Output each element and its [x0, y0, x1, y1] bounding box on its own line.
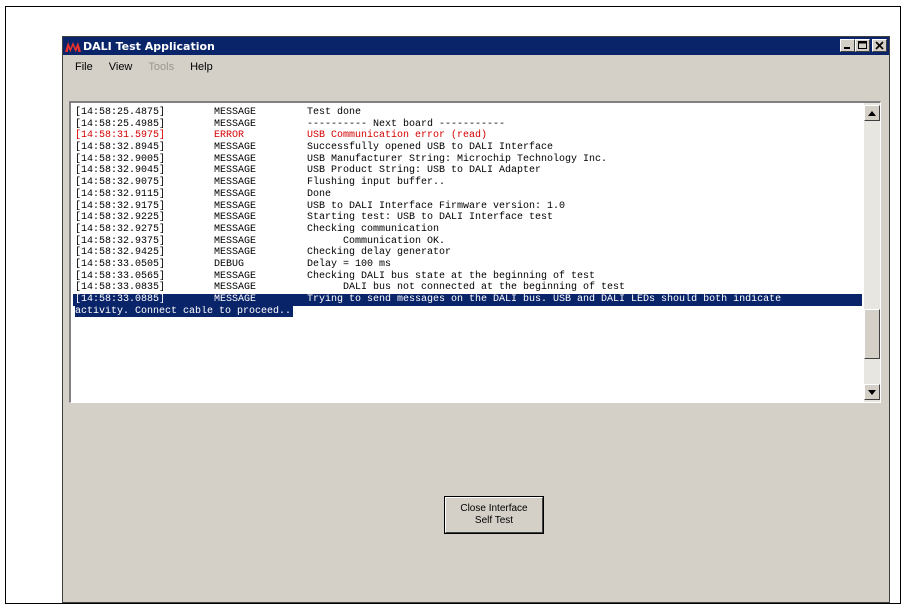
- log-message: Test done: [307, 107, 362, 118]
- log-timestamp: [14:58:32.9045]: [75, 165, 166, 177]
- log-message: ---------- Next board -----------: [307, 118, 506, 130]
- log-level: MESSAGE: [214, 270, 257, 282]
- minimize-icon[interactable]: [840, 39, 855, 52]
- log-row[interactable]: [14:58:25.4875] MESSAGE Test done: [73, 107, 862, 119]
- log-row[interactable]: [14:58:32.9115] MESSAGE Done: [73, 189, 862, 201]
- log-message: Starting test: USB to DALI Interface tes…: [307, 212, 554, 224]
- log-level: MESSAGE: [214, 235, 257, 247]
- log-message-continuation: activity. Connect cable to proceed..: [75, 305, 294, 317]
- log-timestamp: [14:58:32.9275]: [75, 223, 166, 235]
- log-row-continuation[interactable]: activity. Connect cable to proceed..: [73, 305, 862, 318]
- log-message: Delay = 100 ms: [307, 258, 392, 270]
- menu-view[interactable]: View: [101, 61, 141, 73]
- log-timestamp: [14:58:33.0565]: [75, 270, 166, 282]
- log-level: MESSAGE: [214, 282, 257, 294]
- log-timestamp: [14:58:32.9005]: [75, 153, 166, 165]
- log-message: Flushing input buffer..: [307, 177, 446, 189]
- log-row[interactable]: [14:58:25.4985] MESSAGE ---------- Next bo…: [73, 119, 862, 131]
- app-window: DALI Test Application File View Tools He…: [62, 36, 890, 603]
- log-level: MESSAGE: [214, 107, 257, 118]
- log-level: DEBUG: [214, 258, 245, 270]
- log-row[interactable]: [14:58:32.9225] MESSAGE Starting test: USB…: [73, 212, 862, 224]
- microchip-logo-icon: [65, 39, 81, 53]
- log-timestamp: [14:58:33.0885]: [75, 294, 166, 305]
- log-message: USB Manufacturer String: Microchip Techn…: [307, 153, 608, 165]
- log-timestamp: [14:58:33.0505]: [75, 258, 166, 270]
- log-level: MESSAGE: [214, 177, 257, 189]
- page-frame: DALI Test Application File View Tools He…: [5, 6, 901, 604]
- log-timestamp: [14:58:32.9375]: [75, 235, 166, 247]
- close-button-label-line2: Self Test: [474, 515, 514, 526]
- log-message: Communication OK.: [307, 235, 446, 247]
- scroll-up-arrow-icon[interactable]: [864, 105, 880, 121]
- log-row[interactable]: [14:58:32.9005] MESSAGE USB Manufacturer S…: [73, 154, 862, 166]
- log-timestamp: [14:58:25.4985]: [75, 118, 166, 130]
- log-scrollbar[interactable]: [864, 103, 880, 402]
- log-message: Checking communication: [307, 223, 440, 235]
- log-row[interactable]: [14:58:33.0565] MESSAGE Checking DALI bus …: [73, 271, 862, 283]
- log-row[interactable]: [14:58:32.9275] MESSAGE Checking communica…: [73, 224, 862, 236]
- log-row[interactable]: [14:58:33.0505] DEBUG Delay = 100 ms: [73, 259, 862, 271]
- log-level: MESSAGE: [214, 118, 257, 130]
- log-lines: [14:58:25.4875] MESSAGE Test done [14:58:25…: [73, 107, 862, 317]
- log-timestamp: [14:58:32.9225]: [75, 212, 166, 224]
- close-icon[interactable]: [872, 39, 887, 52]
- log-level: MESSAGE: [214, 153, 257, 165]
- log-row[interactable]: [14:58:32.9175] MESSAGE USB to DALI Interf…: [73, 201, 862, 213]
- log-timestamp: [14:58:32.8945]: [75, 142, 166, 154]
- maximize-icon[interactable]: [855, 39, 870, 52]
- log-row[interactable]: [14:58:33.0885] MESSAGE Trying to send mes…: [73, 294, 862, 306]
- scrollbar-thumb[interactable]: [864, 309, 880, 359]
- log-row[interactable]: [14:58:32.9375] MESSAGE Communication OK.: [73, 236, 862, 248]
- log-message: Trying to send messages on the DALI bus.…: [307, 294, 782, 305]
- log-level: MESSAGE: [214, 165, 257, 177]
- log-message: USB Communication error (read): [307, 130, 488, 142]
- log-timestamp: [14:58:25.4875]: [75, 107, 166, 118]
- log-message: DALI bus not connected at the beginning …: [307, 282, 626, 294]
- log-message: USB to DALI Interface Firmware version: …: [307, 200, 566, 212]
- scroll-down-arrow-icon[interactable]: [864, 384, 880, 400]
- log-level: MESSAGE: [214, 200, 257, 212]
- log-row[interactable]: [14:58:32.9045] MESSAGE USB Product String…: [73, 165, 862, 177]
- close-interface-self-test-button[interactable]: Close Interface Self Test: [444, 496, 544, 534]
- log-message: Checking DALI bus state at the beginning…: [307, 270, 596, 282]
- menu-bar: File View Tools Help: [63, 57, 889, 77]
- log-message: Successfully opened USB to DALI Interfac…: [307, 142, 554, 154]
- log-level: MESSAGE: [214, 212, 257, 224]
- log-timestamp: [14:58:32.9425]: [75, 247, 166, 259]
- log-row[interactable]: [14:58:32.9425] MESSAGE Checking delay gen…: [73, 247, 862, 259]
- window-title: DALI Test Application: [83, 39, 215, 53]
- menu-file[interactable]: File: [63, 61, 101, 73]
- log-level: MESSAGE: [214, 142, 257, 154]
- log-row[interactable]: [14:58:32.9075] MESSAGE Flushing input buf…: [73, 177, 862, 189]
- log-timestamp: [14:58:32.9075]: [75, 177, 166, 189]
- log-timestamp: [14:58:33.0835]: [75, 282, 166, 294]
- log-timestamp: [14:58:32.9175]: [75, 200, 166, 212]
- log-row[interactable]: [14:58:33.0835] MESSAGE DALI bus not conn…: [73, 282, 862, 294]
- log-row[interactable]: [14:58:32.8945] MESSAGE Successfully opene…: [73, 142, 862, 154]
- close-button-label-line1: Close Interface: [460, 503, 528, 514]
- log-message: Checking delay generator: [307, 247, 452, 259]
- log-message: Done: [307, 188, 332, 200]
- log-timestamp: [14:58:32.9115]: [75, 188, 166, 200]
- log-output-panel[interactable]: [14:58:25.4875] MESSAGE Test done [14:58:25…: [69, 101, 881, 403]
- title-bar[interactable]: DALI Test Application: [63, 37, 889, 55]
- log-level: MESSAGE: [214, 223, 257, 235]
- log-level: MESSAGE: [214, 247, 257, 259]
- log-timestamp: [14:58:31.5975]: [75, 130, 166, 142]
- log-message: USB Product String: USB to DALI Adapter: [307, 165, 542, 177]
- log-level: MESSAGE: [214, 188, 257, 200]
- menu-tools[interactable]: Tools: [140, 61, 182, 73]
- log-level: ERROR: [214, 130, 245, 142]
- log-row[interactable]: [14:58:31.5975] ERROR USB Communication er…: [73, 130, 862, 142]
- menu-help[interactable]: Help: [182, 61, 221, 73]
- log-level: MESSAGE: [214, 294, 257, 305]
